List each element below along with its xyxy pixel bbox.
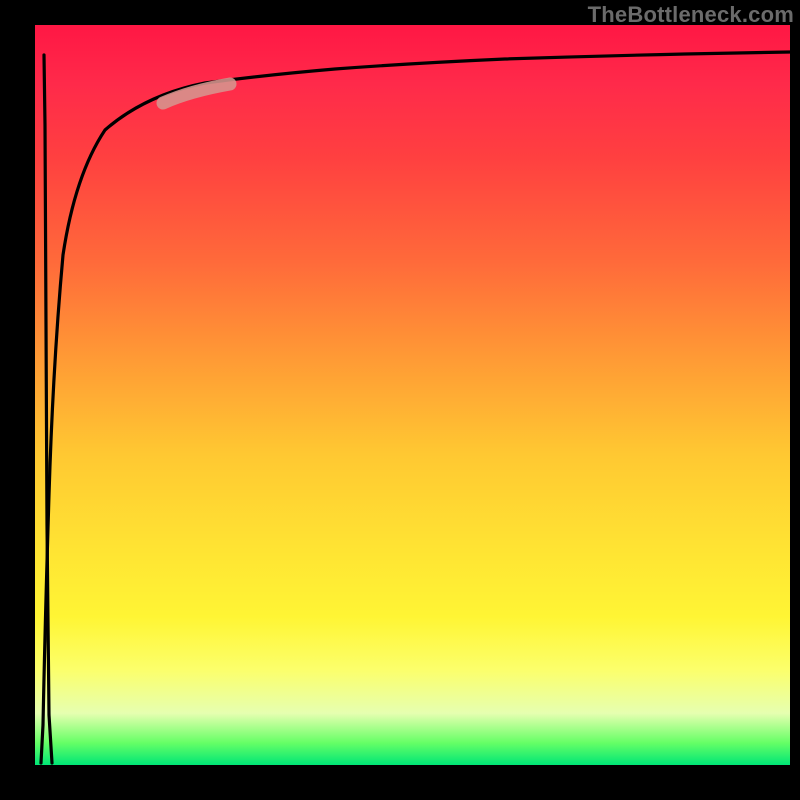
chart-frame: TheBottleneck.com (0, 0, 800, 800)
watermark-text: TheBottleneck.com (588, 2, 794, 28)
chart-plot-area (35, 25, 790, 765)
